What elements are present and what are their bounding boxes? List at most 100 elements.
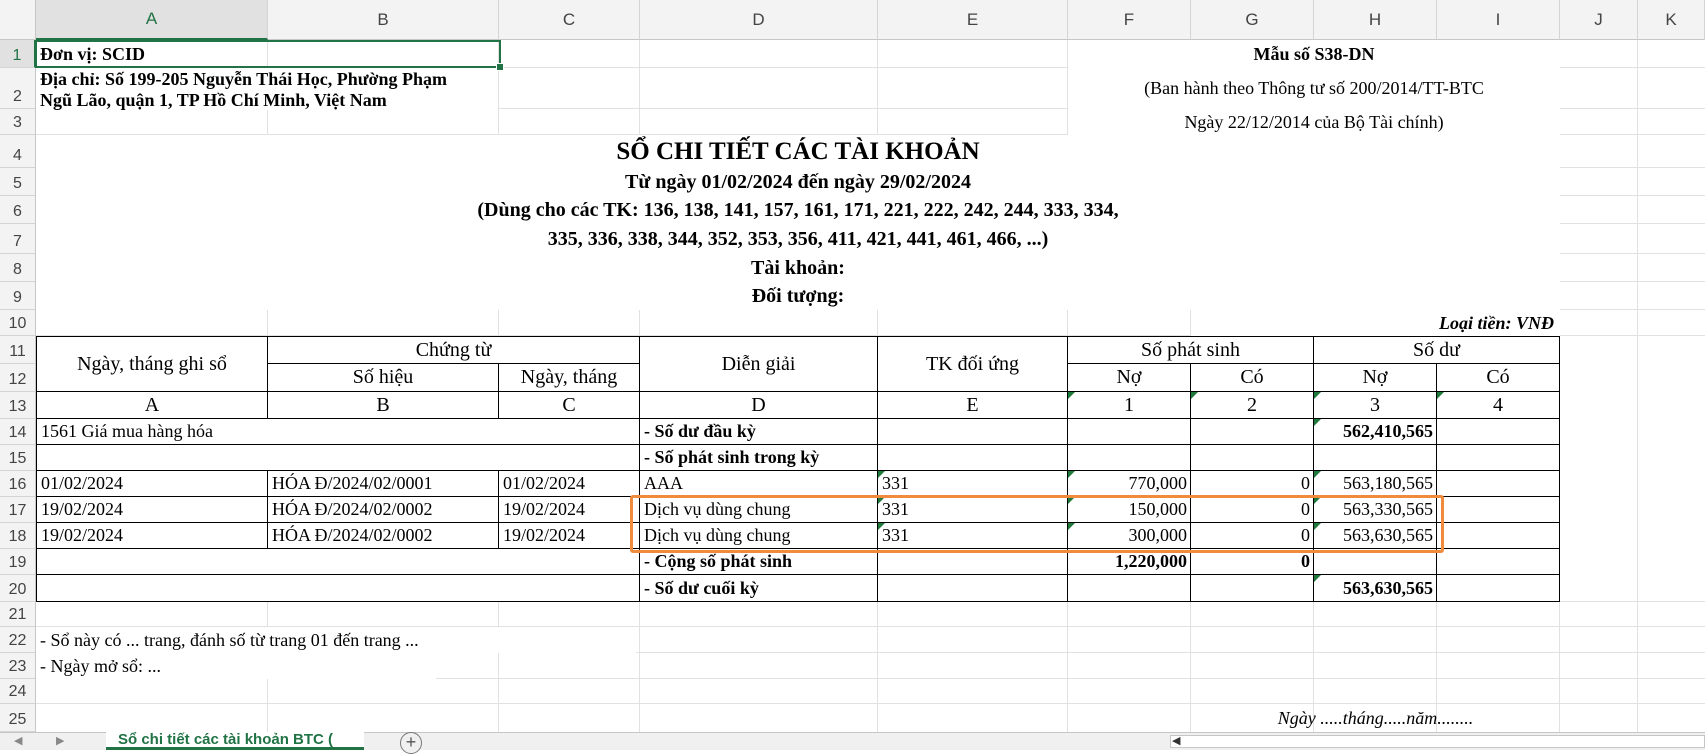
cell-so-du-cuoi-ky-value[interactable]: 563,630,565: [1314, 575, 1437, 602]
cell-entry-du-no[interactable]: 563,180,565: [1314, 471, 1437, 497]
th-code-4[interactable]: 4: [1437, 392, 1560, 419]
column-header-d[interactable]: D: [640, 0, 878, 40]
row-header-18[interactable]: 18: [0, 523, 36, 549]
column-header-a[interactable]: A: [36, 0, 268, 40]
row-header-13[interactable]: 13: [0, 392, 36, 419]
cell-so-du-cuoi-ky-label[interactable]: - Số dư cuối kỳ: [640, 575, 878, 602]
cell-empty[interactable]: [36, 575, 640, 602]
row-header-15[interactable]: 15: [0, 445, 36, 471]
row-header-23[interactable]: 23: [0, 653, 36, 679]
cell-entry-ngay-thang[interactable]: 19/02/2024: [499, 497, 640, 523]
column-header-f[interactable]: F: [1068, 0, 1191, 40]
cell-entry-dien-giai[interactable]: Dịch vụ dùng chung: [640, 523, 878, 549]
th-chung-tu[interactable]: Chứng từ: [268, 336, 640, 364]
fill-handle[interactable]: [496, 63, 504, 71]
th-code-c[interactable]: C: [499, 392, 640, 419]
cell-cong-co[interactable]: 0: [1191, 549, 1314, 575]
cell-so-du-dau-ky-label[interactable]: - Số dư đầu kỳ: [640, 419, 878, 445]
footer-date-line[interactable]: Ngày .....tháng.....năm........: [1191, 704, 1560, 732]
cell-empty[interactable]: [1437, 445, 1560, 471]
cell-empty[interactable]: [36, 549, 640, 575]
cell-account-name[interactable]: 1561 Giá mua hàng hóa: [36, 419, 640, 445]
cell-empty[interactable]: [1437, 523, 1560, 549]
add-sheet-icon[interactable]: +: [400, 732, 422, 754]
th-code-b[interactable]: B: [268, 392, 499, 419]
th-code-3[interactable]: 3: [1314, 392, 1437, 419]
footer-note-2[interactable]: - Ngày mở sổ: ...: [36, 653, 436, 679]
cell-entry-co[interactable]: 0: [1191, 523, 1314, 549]
row-header-12[interactable]: 12: [0, 364, 36, 392]
cell-empty[interactable]: [1314, 549, 1437, 575]
footer-note-1[interactable]: - Sổ này có ... trang, đánh số từ trang …: [36, 627, 636, 653]
cell-empty[interactable]: [1314, 445, 1437, 471]
cell-entry-ngay-ghi-so[interactable]: 01/02/2024: [36, 471, 268, 497]
row-header-2[interactable]: 2: [0, 68, 36, 109]
th-so-du[interactable]: Số dư: [1314, 336, 1560, 364]
row-header-8[interactable]: 8: [0, 254, 36, 282]
row-header-24[interactable]: 24: [0, 679, 36, 704]
horizontal-scrollbar[interactable]: [1170, 735, 1705, 748]
th-phat-sinh-co[interactable]: Có: [1191, 364, 1314, 392]
cell-dia-chi-line-2[interactable]: Ngũ Lão, quận 1, TP Hồ Chí Minh, Việt Na…: [36, 90, 498, 110]
th-code-d[interactable]: D: [640, 392, 878, 419]
row-header-14[interactable]: 14: [0, 419, 36, 445]
column-header-g[interactable]: G: [1191, 0, 1314, 40]
report-accounts-line-2[interactable]: 335, 336, 338, 344, 352, 353, 356, 411, …: [36, 224, 1560, 254]
report-title[interactable]: SỔ CHI TIẾT CÁC TÀI KHOẢN: [36, 135, 1560, 168]
report-doi-tuong[interactable]: Đối tượng:: [36, 282, 1560, 310]
row-header-4[interactable]: 4: [0, 135, 36, 168]
row-header-1[interactable]: 1: [0, 40, 36, 68]
cell-entry-no[interactable]: 770,000: [1068, 471, 1191, 497]
scroll-left-icon[interactable]: ◀: [1172, 734, 1180, 747]
row-header-9[interactable]: 9: [0, 282, 36, 310]
cell-entry-du-no[interactable]: 563,630,565: [1314, 523, 1437, 549]
cell-dia-chi-line-1[interactable]: Địa chỉ: Số 199-205 Nguyễn Thái Học, Phư…: [36, 68, 498, 90]
cell-entry-co[interactable]: 0: [1191, 471, 1314, 497]
th-code-2[interactable]: 2: [1191, 392, 1314, 419]
cell-entry-du-no[interactable]: 563,330,565: [1314, 497, 1437, 523]
cell-mau-so[interactable]: Mẫu số S38-DN: [1068, 40, 1560, 68]
row-header-25[interactable]: 25: [0, 704, 36, 732]
column-header-e[interactable]: E: [878, 0, 1068, 40]
th-so-du-no[interactable]: Nợ: [1314, 364, 1437, 392]
spreadsheet-grid[interactable]: A B C D E F G H I J K 1 2 3 4 5 6 7 8 9 …: [0, 0, 1705, 732]
cell-entry-so-hieu[interactable]: HÓA Đ/2024/02/0002: [268, 523, 499, 549]
th-ngay-thang[interactable]: Ngày, tháng: [499, 364, 640, 392]
cell-empty[interactable]: [1068, 419, 1191, 445]
cell-entry-co[interactable]: 0: [1191, 497, 1314, 523]
th-so-hieu[interactable]: Số hiệu: [268, 364, 499, 392]
cell-empty[interactable]: [1437, 471, 1560, 497]
row-header-19[interactable]: 19: [0, 549, 36, 575]
cell-empty[interactable]: [36, 445, 640, 471]
th-code-1[interactable]: 1: [1068, 392, 1191, 419]
cell-entry-so-hieu[interactable]: HÓA Đ/2024/02/0002: [268, 497, 499, 523]
cell-empty[interactable]: [1068, 575, 1191, 602]
cell-don-vi[interactable]: Đơn vị: SCID: [36, 40, 498, 68]
scroll-tabs-left-icon[interactable]: ◀: [14, 734, 22, 747]
cell-ban-hanh[interactable]: (Ban hành theo Thông tư số 200/2014/TT-B…: [1068, 68, 1560, 109]
cell-empty[interactable]: [1191, 445, 1314, 471]
cell-entry-dien-giai[interactable]: AAA: [640, 471, 878, 497]
cell-empty[interactable]: [1191, 419, 1314, 445]
cell-entry-tk-doi-ung[interactable]: 331: [878, 497, 1068, 523]
cell-entry-tk-doi-ung[interactable]: 331: [878, 471, 1068, 497]
cell-entry-ngay-thang[interactable]: 01/02/2024: [499, 471, 640, 497]
cell-entry-no[interactable]: 150,000: [1068, 497, 1191, 523]
cell-empty[interactable]: [1068, 445, 1191, 471]
row-header-5[interactable]: 5: [0, 168, 36, 196]
row-header-17[interactable]: 17: [0, 497, 36, 523]
row-header-10[interactable]: 10: [0, 310, 36, 336]
scroll-tabs-right-icon[interactable]: ▶: [56, 734, 64, 747]
cell-empty[interactable]: [1437, 419, 1560, 445]
th-phat-sinh-no[interactable]: Nợ: [1068, 364, 1191, 392]
cell-empty[interactable]: [1437, 497, 1560, 523]
row-header-20[interactable]: 20: [0, 575, 36, 602]
cell-empty[interactable]: [878, 575, 1068, 602]
cell-empty[interactable]: [878, 419, 1068, 445]
cell-entry-ngay-ghi-so[interactable]: 19/02/2024: [36, 497, 268, 523]
row-header-16[interactable]: 16: [0, 471, 36, 497]
cell-cong-no[interactable]: 1,220,000: [1068, 549, 1191, 575]
cell-so-phat-sinh-label[interactable]: - Số phát sinh trong kỳ: [640, 445, 878, 471]
th-tk-doi-ung[interactable]: TK đối ứng: [878, 336, 1068, 392]
column-header-b[interactable]: B: [268, 0, 499, 40]
